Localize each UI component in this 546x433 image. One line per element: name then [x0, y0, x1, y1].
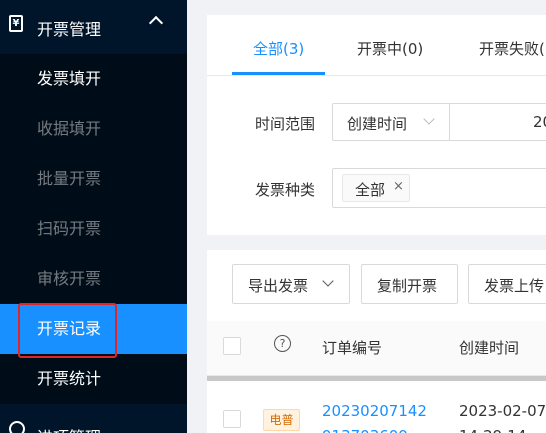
chevron-up-icon: [148, 15, 164, 31]
invoice-type-badge: 电普: [263, 409, 300, 431]
close-icon[interactable]: ×: [393, 179, 404, 194]
upload-invoice-label: 发票上传: [484, 277, 545, 295]
date-range-input[interactable]: 20: [449, 103, 546, 141]
copy-invoice-button[interactable]: 复制开票: [361, 264, 458, 304]
sidebar-item-review-invoice[interactable]: 审核开票: [0, 254, 187, 304]
select-all-checkbox[interactable]: [223, 337, 241, 355]
tab-failed[interactable]: 开票失败(: [479, 38, 545, 59]
tab-all[interactable]: 全部(3): [253, 38, 304, 59]
chevron-down-icon: [423, 113, 435, 125]
sidebar-item-invoice-fill[interactable]: 发票填开: [0, 54, 187, 104]
row-checkbox[interactable]: [223, 410, 241, 428]
tab-active-indicator: [232, 72, 325, 75]
time-type-select[interactable]: 创建时间: [332, 103, 450, 141]
sidebar-item-invoice-stats[interactable]: 开票统计: [0, 354, 187, 404]
export-invoice-button[interactable]: 导出发票: [232, 264, 350, 304]
order-number-link[interactable]: 20230207142 913703609: [322, 399, 427, 433]
status-tabs: 全部(3) 开票中(0) 开票失败(: [207, 15, 546, 76]
column-header-created-time: 创建时间: [459, 339, 520, 357]
created-time: 14:29:14: [459, 424, 546, 433]
menu-group-input-management[interactable]: 进项管理: [0, 404, 187, 433]
help-icon[interactable]: ?: [274, 335, 291, 352]
upload-invoice-button[interactable]: 发票上传: [468, 264, 546, 304]
export-invoice-label: 导出发票: [248, 277, 309, 295]
sidebar-item-batch-invoice[interactable]: 批量开票: [0, 154, 187, 204]
order-number-line-1: 20230207142: [322, 402, 427, 420]
copy-invoice-label: 复制开票: [377, 277, 438, 295]
menu-group-title: 开票管理: [37, 20, 102, 39]
invoice-type-select[interactable]: 全部 ×: [332, 168, 546, 208]
time-range-label: 时间范围: [255, 115, 316, 133]
tab-in-progress[interactable]: 开票中(0): [357, 38, 423, 59]
invoice-type-label: 发票种类: [255, 181, 316, 199]
date-range-value: 20: [533, 113, 546, 131]
table-header: ? 订单编号 创建时间: [207, 321, 546, 376]
chevron-down-icon: [322, 275, 334, 287]
time-type-value: 创建时间: [347, 115, 408, 133]
invoice-icon: ¥: [9, 15, 23, 32]
sidebar: ¥ 开票管理 发票填开 收据填开 批量开票 扫码开票 审核开票 开票记录 开票统…: [0, 0, 187, 433]
horizontal-scrollbar[interactable]: [207, 376, 546, 381]
order-number-line-2: 913703609: [322, 424, 427, 433]
menu-group-title-next: 进项管理: [37, 424, 101, 433]
created-time-cell: 2023-02-07 14:29:14: [459, 399, 546, 433]
highlight-annotation-box: [18, 303, 117, 358]
filter-panel: 全部(3) 开票中(0) 开票失败( 时间范围 创建时间 20 发票种类 全部 …: [207, 15, 546, 235]
invoice-type-tag-label: 全部: [355, 181, 386, 199]
menu-group-invoice-management[interactable]: ¥ 开票管理: [0, 0, 187, 54]
input-management-icon: [9, 421, 25, 433]
sidebar-item-scan-invoice[interactable]: 扫码开票: [0, 204, 187, 254]
sidebar-item-receipt-fill[interactable]: 收据填开: [0, 104, 187, 154]
created-date: 2023-02-07: [459, 402, 546, 420]
column-header-order-no: 订单编号: [322, 339, 383, 357]
invoice-type-tag: 全部 ×: [342, 174, 410, 202]
records-panel: 导出发票 复制开票 发票上传 ? 订单编号 创建时间 电普 2023020714…: [207, 250, 546, 433]
